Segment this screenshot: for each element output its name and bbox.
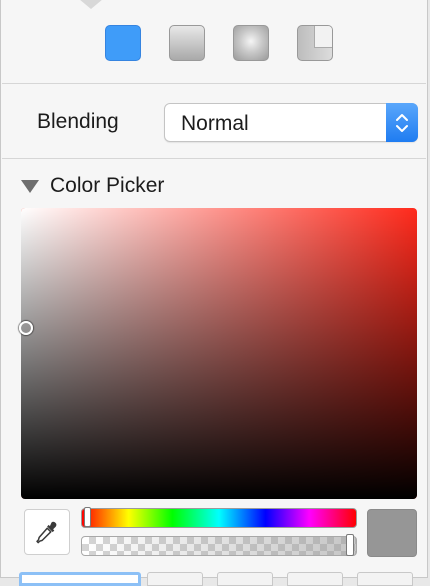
fill-popover: Blending Normal Color Picker	[0, 0, 428, 586]
fill-type-selector	[1, 25, 427, 65]
linear-gradient-button[interactable]	[169, 25, 205, 61]
divider-top	[2, 83, 426, 84]
color-picker-header[interactable]: Color Picker	[21, 173, 164, 199]
eyedropper-button[interactable]	[24, 509, 70, 555]
blending-stepper[interactable]	[386, 103, 418, 142]
blending-select[interactable]: Normal	[164, 103, 418, 142]
color-picker-title: Color Picker	[50, 174, 165, 197]
divider-middle	[2, 158, 426, 159]
alpha-slider-knob[interactable]	[346, 534, 354, 556]
preset-tab-3[interactable]	[217, 572, 273, 586]
alpha-gradient	[82, 537, 356, 555]
color-swatch[interactable]	[367, 509, 417, 557]
blending-value: Normal	[181, 112, 249, 135]
eyedropper-icon	[36, 521, 57, 544]
hue-slider[interactable]	[81, 507, 357, 528]
brightness-gradient	[21, 208, 417, 499]
preset-tab-5[interactable]	[357, 572, 413, 586]
preset-tab-2[interactable]	[147, 572, 203, 586]
preset-tab-document[interactable]	[19, 572, 141, 586]
hue-slider-knob[interactable]	[84, 507, 91, 527]
angular-gradient-corner	[314, 26, 332, 48]
blending-label: Blending	[37, 110, 119, 133]
color-field-handle[interactable]	[19, 321, 33, 335]
up-down-chevron-icon	[396, 113, 408, 132]
solid-fill-button[interactable]	[105, 25, 141, 61]
disclosure-triangle-icon[interactable]	[21, 179, 39, 193]
alpha-slider[interactable]	[81, 536, 357, 556]
saturation-brightness-field[interactable]	[21, 208, 417, 499]
preset-tab-4[interactable]	[287, 572, 343, 586]
angular-gradient-button[interactable]	[297, 25, 333, 61]
radial-gradient-button[interactable]	[233, 25, 269, 61]
